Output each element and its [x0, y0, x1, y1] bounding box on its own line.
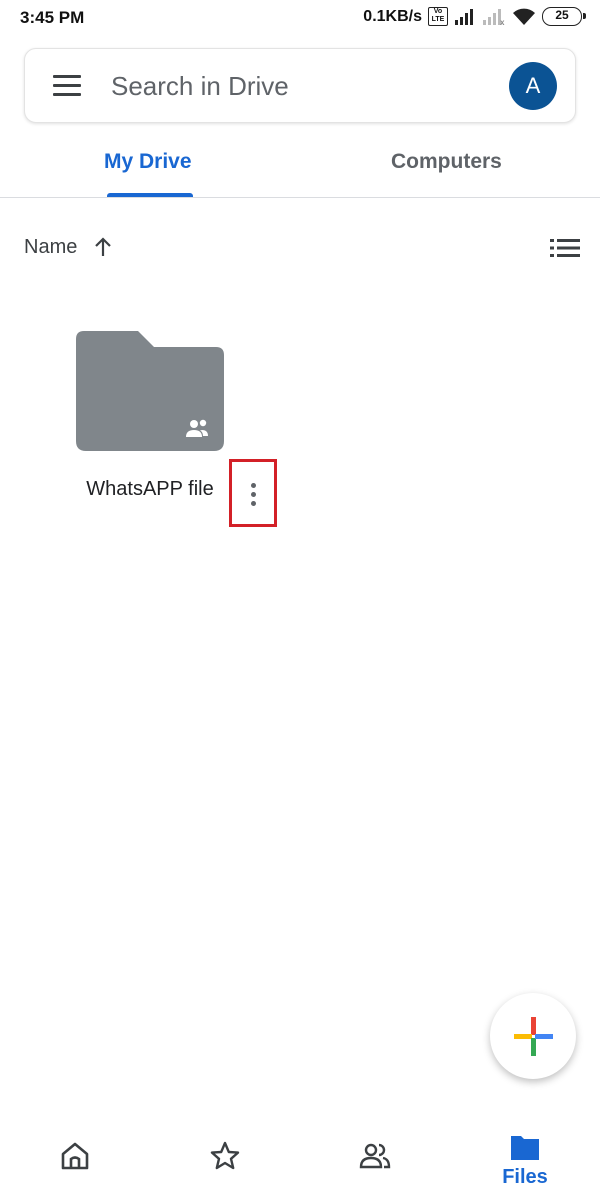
new-button[interactable] [490, 993, 576, 1079]
signal-weak-icon: x [483, 8, 505, 26]
sort-row: Name [24, 234, 580, 264]
network-speed: 0.1KB/s [363, 7, 422, 25]
search-bar[interactable]: Search in Drive A [24, 48, 576, 123]
nav-shared[interactable] [300, 1118, 450, 1200]
menu-icon[interactable] [53, 75, 81, 97]
nav-files[interactable]: Files [450, 1118, 600, 1200]
battery-icon: 25 [542, 7, 586, 26]
nav-home[interactable] [0, 1118, 150, 1200]
wifi-icon [513, 8, 535, 25]
tab-bar: My Drive Computers [0, 136, 600, 198]
list-view-icon[interactable] [550, 238, 580, 258]
shared-folder-icon[interactable] [76, 331, 224, 451]
signal-icon [455, 8, 473, 25]
search-input[interactable]: Search in Drive [111, 71, 289, 102]
bottom-nav: Files [0, 1118, 600, 1200]
nav-files-label: Files [502, 1166, 548, 1188]
sort-button[interactable]: Name [24, 236, 77, 259]
more-options-button[interactable] [229, 459, 277, 527]
home-icon [61, 1142, 89, 1170]
folder-name[interactable]: WhatsAPP file [86, 476, 214, 502]
shared-icon [359, 1143, 391, 1169]
tab-my-drive[interactable]: My Drive [104, 150, 192, 174]
status-time: 3:45 PM [20, 8, 85, 27]
tab-computers[interactable]: Computers [391, 150, 502, 174]
tab-indicator [107, 193, 193, 197]
status-indicators: 0.1KB/s Vo LTE x 25 [363, 7, 586, 26]
arrow-up-icon[interactable] [94, 236, 112, 258]
volte-icon: Vo LTE [428, 7, 448, 26]
avatar[interactable]: A [509, 62, 557, 110]
svg-text:x: x [500, 18, 505, 26]
plus-icon [514, 1017, 553, 1056]
nav-starred[interactable] [150, 1118, 300, 1200]
status-bar: 3:45 PM 0.1KB/s Vo LTE x 25 [0, 0, 600, 36]
folder-icon [511, 1136, 539, 1160]
star-icon [210, 1141, 240, 1170]
